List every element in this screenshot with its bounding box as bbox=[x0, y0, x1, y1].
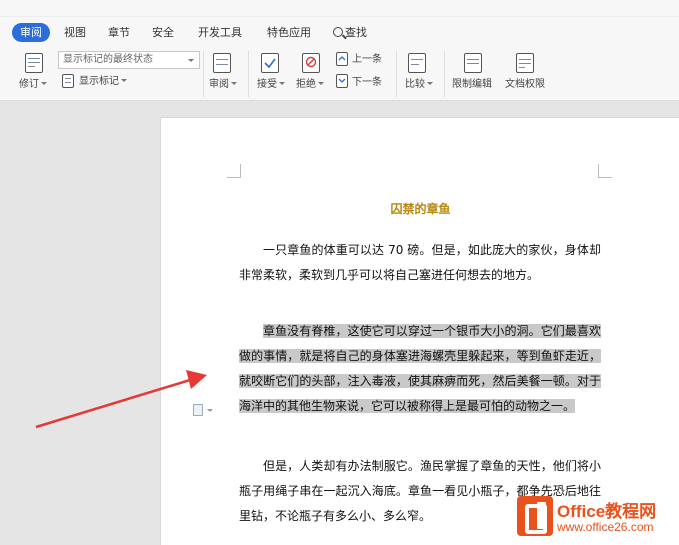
tab-special-features[interactable]: 特色应用 bbox=[267, 23, 311, 42]
tab-security[interactable]: 安全 bbox=[152, 23, 174, 42]
tab-find-label: 查找 bbox=[345, 26, 367, 39]
tab-view[interactable]: 视图 bbox=[64, 23, 86, 42]
tab-find[interactable]: 查找 bbox=[333, 23, 367, 42]
lock-document-icon[interactable] bbox=[464, 53, 482, 73]
compare-icon[interactable] bbox=[408, 53, 426, 73]
review-ribbon: 修订 显示标记的最终状态 显示标记 审阅 接受 拒绝 上一条 下一条 比较 限制… bbox=[0, 47, 679, 101]
document-paragraph-1[interactable]: 一只章鱼的体重可以达 70 磅。但是，如此庞大的家伙，身体却非常柔软，柔软到几乎… bbox=[239, 238, 601, 288]
office26-watermark: Office教程网 www.office26.com bbox=[515, 493, 679, 545]
document-permissions-button[interactable]: 文档权限 bbox=[505, 79, 545, 91]
accept-button[interactable]: 接受 bbox=[257, 79, 285, 91]
next-change-icon bbox=[336, 74, 348, 88]
divider bbox=[444, 51, 445, 97]
restrict-editing-button[interactable]: 限制编辑 bbox=[452, 79, 492, 91]
document-paragraph-2-selected[interactable]: 章鱼没有脊椎，这使它可以穿过一个银币大小的洞。它们最喜欢做的事情，就是将自己的身… bbox=[239, 319, 601, 419]
office-logo-icon bbox=[517, 496, 553, 536]
page-margin-corner-top-left bbox=[227, 164, 241, 178]
divider bbox=[248, 51, 249, 97]
accept-icon[interactable] bbox=[261, 53, 279, 73]
document-permission-icon[interactable] bbox=[516, 53, 534, 73]
show-markup-button[interactable]: 显示标记 bbox=[79, 76, 127, 88]
show-markup-icon bbox=[62, 74, 74, 88]
compare-button[interactable]: 比较 bbox=[405, 79, 433, 91]
tab-developer-tools[interactable]: 开发工具 bbox=[198, 23, 242, 42]
search-icon bbox=[333, 27, 343, 37]
tab-sections[interactable]: 章节 bbox=[108, 23, 130, 42]
chevron-down-icon bbox=[188, 59, 194, 62]
previous-change-button[interactable]: 上一条 bbox=[352, 54, 382, 66]
document-page[interactable]: 囚禁的章鱼 一只章鱼的体重可以达 70 磅。但是，如此庞大的家伙，身体却非常柔软… bbox=[160, 117, 679, 545]
watermark-url: www.office26.com bbox=[557, 520, 654, 534]
review-pane-icon[interactable] bbox=[213, 53, 231, 73]
watermark-brand: Office教程网 bbox=[557, 502, 657, 521]
tab-review[interactable]: 审阅 bbox=[12, 23, 50, 42]
next-change-button[interactable]: 下一条 bbox=[352, 77, 382, 89]
previous-change-icon bbox=[336, 52, 348, 66]
markup-state-dropdown[interactable]: 显示标记的最终状态 bbox=[58, 51, 200, 69]
reject-button[interactable]: 拒绝 bbox=[296, 79, 324, 91]
chevron-down-icon[interactable] bbox=[207, 409, 213, 412]
track-changes-button[interactable]: 修订 bbox=[19, 79, 47, 91]
paragraph-handle-icon[interactable] bbox=[193, 404, 203, 416]
window-top-strip bbox=[0, 0, 679, 17]
divider bbox=[203, 51, 204, 97]
selection-highlight: 章鱼没有脊椎，这使它可以穿过一个银币大小的洞。它们最喜欢做的事情，就是将自己的身… bbox=[239, 324, 601, 413]
ribbon-tab-bar: 审阅 视图 章节 安全 开发工具 特色应用 查找 bbox=[0, 17, 679, 47]
track-changes-icon[interactable] bbox=[25, 53, 43, 73]
review-button[interactable]: 审阅 bbox=[209, 79, 237, 91]
page-margin-corner-top-right bbox=[598, 164, 612, 178]
reject-icon[interactable] bbox=[302, 53, 320, 73]
document-title: 囚禁的章鱼 bbox=[390, 202, 451, 216]
divider bbox=[396, 51, 397, 97]
